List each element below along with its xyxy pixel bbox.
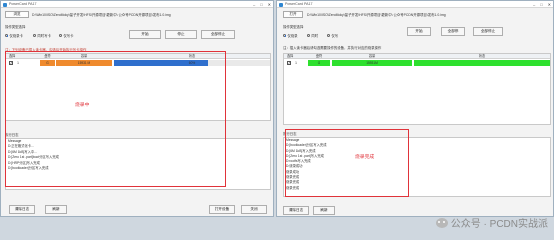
col-status[interactable]: 状态: [114, 54, 270, 59]
stop-all-button[interactable]: 全部停止: [201, 30, 235, 39]
radio-dot: [283, 33, 287, 38]
refresh-button[interactable]: 刷新: [313, 206, 335, 215]
col-drive[interactable]: 盘符: [308, 54, 330, 59]
row-checkbox[interactable]: ✓: [287, 61, 291, 65]
capacity-cell: 15931 M: [56, 60, 112, 66]
open-device-button[interactable]: 打开设备: [209, 205, 235, 214]
title-bar: PowerCard PA17 – □ ✕: [1, 1, 273, 8]
app-icon: [3, 2, 7, 7]
minimize-icon[interactable]: –: [253, 2, 255, 7]
app-icon: [279, 2, 283, 7]
log-panel[interactable]: Message D:正在格式化卡... D:[6M 1kB]写入中... D:[…: [5, 138, 271, 190]
radio-dot: [327, 33, 331, 38]
browse-button[interactable]: 浏览: [5, 11, 29, 18]
log-label: 执行日志: [283, 132, 297, 136]
row-index: 1: [17, 61, 19, 65]
log-label: 执行日志: [5, 133, 19, 137]
table-header: 选择 盘符 容量 状态: [284, 54, 550, 59]
log-line: 烧录完成: [286, 185, 300, 190]
stop-all-button[interactable]: 全部停止: [473, 27, 503, 36]
close-icon[interactable]: ✕: [268, 2, 271, 7]
start-button[interactable]: 开始: [129, 30, 161, 39]
radio-dot: [33, 33, 37, 38]
log-panel[interactable]: Message D:[bootloader]分区写入完成 D:[6M 1kB]写…: [283, 137, 551, 197]
radio-both[interactable]: 同时写卡: [33, 33, 51, 38]
col-status[interactable]: 状态: [414, 54, 550, 59]
clear-log-button[interactable]: 清除日志: [9, 205, 35, 214]
image-path: D:\Win10\ISO\ZeroMoky\量子开发\HFS\开源项目\更新中\…: [307, 13, 446, 17]
col-select[interactable]: 选择: [6, 54, 18, 59]
col-capacity[interactable]: 容量: [332, 54, 412, 59]
radio-burn-only[interactable]: 仅烧录: [283, 33, 298, 38]
stop-all-button[interactable]: 全部停: [441, 27, 465, 36]
stop-button[interactable]: 停止: [165, 30, 197, 39]
window-title: PowerCard PA17: [9, 2, 37, 7]
table-caption: 注：插入读卡器后请勾选需要操作的设备，并执行对应的烧录操作: [283, 46, 382, 50]
radio-dot: [307, 33, 311, 38]
close-icon[interactable]: ✕: [548, 2, 551, 7]
app-window-right: PowerCard PA17 – □ ✕ 打开 D:\Win10\ISO\Zer…: [276, 0, 554, 217]
radio-write-only[interactable]: 仅写: [327, 33, 338, 38]
status-text: 60%: [188, 61, 196, 65]
clear-log-button[interactable]: 清除日志: [283, 206, 309, 215]
mode-label: 操作类型选择: [5, 25, 26, 29]
capacity-cell: 15931M: [332, 60, 412, 66]
progress-track: [414, 60, 550, 66]
row-checkbox[interactable]: ✓: [9, 61, 13, 65]
start-button[interactable]: 开始: [407, 27, 431, 36]
image-path: D:\Win10\ISO\ZeroMoky\量子开发\HFS\开源项目\更新中\…: [32, 13, 171, 17]
title-bar: PowerCard PA17 – □ ✕: [277, 1, 553, 8]
minimize-icon[interactable]: –: [533, 2, 535, 7]
wechat-icon: [435, 217, 448, 228]
radio-write-only[interactable]: 仅写卡: [59, 33, 74, 38]
drive-cell: G: [308, 60, 330, 66]
device-table: 选择 盘符 容量 状态 ✓ 1 G 15931 M 60%: [5, 53, 271, 121]
maximize-icon[interactable]: □: [260, 2, 262, 7]
drive-cell: G: [40, 60, 55, 66]
annotation-text: 烧录完成: [355, 155, 375, 160]
col-select[interactable]: 选择: [284, 54, 296, 59]
radio-both[interactable]: 同时: [307, 33, 318, 38]
col-drive[interactable]: 盘符: [40, 54, 55, 59]
log-line: D:[bootloader]分区写入完成: [8, 166, 49, 171]
row-index: 1: [295, 61, 297, 65]
table-row[interactable]: ✓ 1 G 15931 M 60%: [6, 60, 270, 66]
annotation-text: 烧录中: [75, 103, 90, 108]
table-row[interactable]: ✓ 1 G 15931M: [284, 60, 550, 66]
device-table: 选择 盘符 容量 状态 ✓ 1 G 15931M: [283, 53, 551, 125]
open-button[interactable]: 打开: [283, 11, 303, 18]
mode-label: 操作类型选择: [283, 25, 304, 29]
watermark: 公众号 · PCDN实战派: [435, 215, 548, 230]
window-title: PowerCard PA17: [285, 2, 313, 7]
progress-track: 60%: [114, 60, 270, 66]
app-window-left: PowerCard PA17 – □ ✕ 浏览 D:\Win10\ISO\Zer…: [0, 0, 274, 217]
radio-dot: [5, 33, 9, 38]
table-header: 选择 盘符 容量 状态: [6, 54, 270, 59]
radio-burn-only[interactable]: 仅烧录卡: [5, 33, 23, 38]
watermark-text: 公众号 · PCDN实战派: [450, 219, 548, 230]
refresh-button[interactable]: 刷新: [45, 205, 67, 214]
maximize-icon[interactable]: □: [540, 2, 542, 7]
progress-fill: [414, 60, 550, 66]
table-caption: 注：下列设备已插入读卡器，勾选后开始执行写卡操作: [5, 48, 87, 52]
radio-dot: [59, 33, 63, 38]
col-capacity[interactable]: 容量: [56, 54, 112, 59]
close-button[interactable]: 关闭: [241, 205, 267, 214]
